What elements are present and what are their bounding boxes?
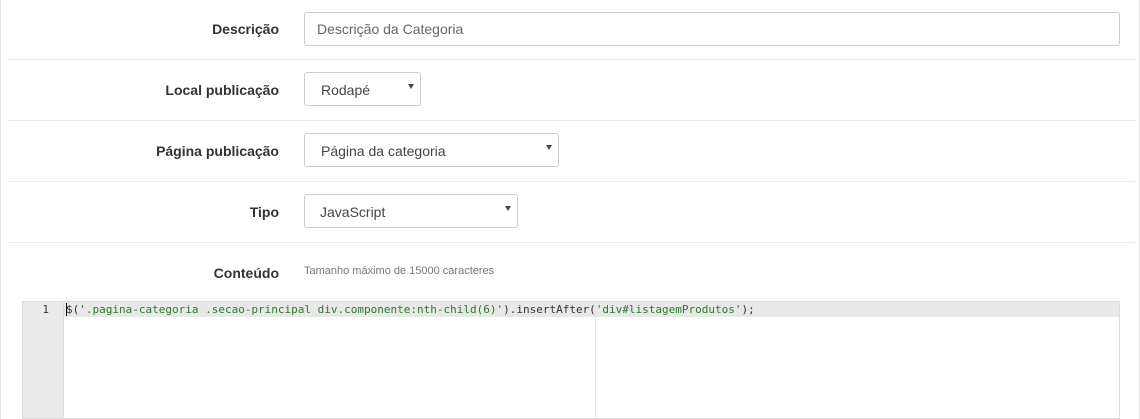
code-token: $( (66, 303, 80, 316)
local-publicacao-row: Local publicação Rodapé (7, 60, 1135, 121)
local-publicacao-select[interactable]: Rodapé (304, 72, 421, 106)
caret-down-icon (505, 206, 511, 211)
category-form-panel: Descrição Local publicação Rodapé Página… (0, 0, 1140, 419)
local-publicacao-value: Rodapé (321, 82, 371, 98)
code-string-token: 'div#listagemProdutos' (595, 303, 742, 316)
pagina-publicacao-value: Página da categoria (321, 143, 446, 159)
text-cursor (66, 303, 67, 316)
tipo-value: JavaScript (320, 204, 386, 220)
code-token: ).insertAfter( (503, 303, 596, 316)
code-line[interactable]: $('.pagina-categoria .secao-principal di… (66, 303, 755, 316)
local-publicacao-label: Local publicação (165, 82, 279, 98)
caret-down-icon (546, 145, 552, 150)
caret-down-icon (408, 84, 414, 89)
descricao-row: Descrição (7, 0, 1135, 60)
tipo-row: Tipo JavaScript (7, 182, 1135, 243)
descricao-label: Descrição (212, 21, 279, 37)
line-number-gutter: 1 (23, 302, 64, 418)
code-editor[interactable]: 1 $('.pagina-categoria .secao-principal … (22, 301, 1120, 419)
print-margin (595, 302, 596, 418)
conteudo-label: Conteúdo (213, 265, 279, 281)
conteudo-max-length-hint: Tamanho máximo de 15000 caracteres (304, 265, 495, 277)
code-token: ); (741, 303, 755, 316)
pagina-publicacao-label: Página publicação (156, 143, 279, 159)
pagina-publicacao-row: Página publicação Página da categoria (7, 121, 1135, 182)
line-number: 1 (42, 303, 49, 316)
code-string-token: '.pagina-categoria .secao-principal div.… (79, 303, 504, 316)
tipo-label: Tipo (249, 204, 279, 220)
pagina-publicacao-select[interactable]: Página da categoria (304, 133, 559, 167)
tipo-select[interactable]: JavaScript (304, 194, 518, 228)
conteudo-row: Conteúdo Tamanho máximo de 15000 caracte… (7, 243, 1135, 299)
descricao-input[interactable] (304, 12, 1120, 46)
